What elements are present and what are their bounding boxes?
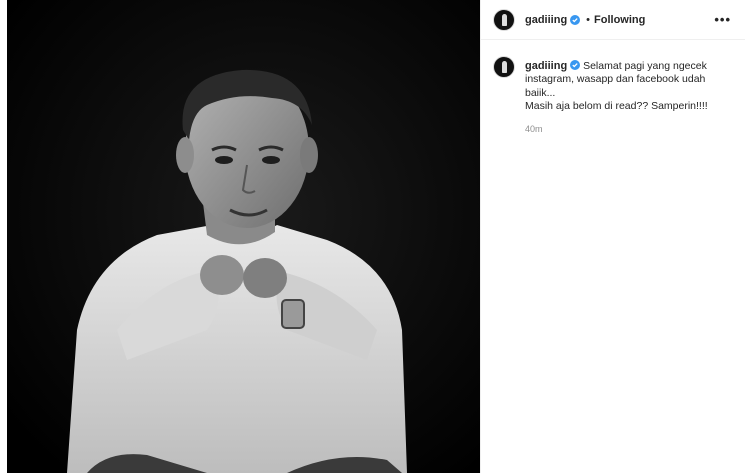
post-photo[interactable]: [7, 0, 480, 473]
more-options-icon[interactable]: •••: [714, 12, 731, 27]
caption-text: instagram, wasapp dan facebook udah: [525, 73, 706, 86]
username-link[interactable]: gadiiing: [525, 14, 567, 26]
caption-body: gadiiing Selamat pagi yang ngecek instag…: [525, 60, 725, 136]
caption-text: Selamat pagi yang ngecek: [583, 60, 707, 72]
verified-badge-icon: [570, 14, 581, 25]
separator-dot: •: [586, 13, 591, 26]
caption-first-line: gadiiing Selamat pagi yang ngecek: [525, 60, 725, 73]
post-sidebar: gadiiing • Following ••• gadiiing Selama…: [480, 0, 745, 473]
portrait-image: [7, 0, 480, 473]
left-margin: [0, 0, 7, 473]
following-button[interactable]: Following: [594, 14, 645, 26]
caption: gadiiing Selamat pagi yang ngecek instag…: [481, 40, 745, 136]
post-header: gadiiing • Following •••: [481, 0, 745, 40]
avatar[interactable]: [493, 8, 515, 31]
caption-username[interactable]: gadiiing: [525, 60, 567, 72]
post-timestamp[interactable]: 40m: [525, 123, 725, 136]
verified-badge-icon: [570, 60, 581, 70]
caption-text: Masih aja belom di read?? Samperin!!!!: [525, 99, 708, 112]
caption-text: baiik...: [525, 86, 556, 99]
caption-avatar[interactable]: [493, 56, 515, 78]
